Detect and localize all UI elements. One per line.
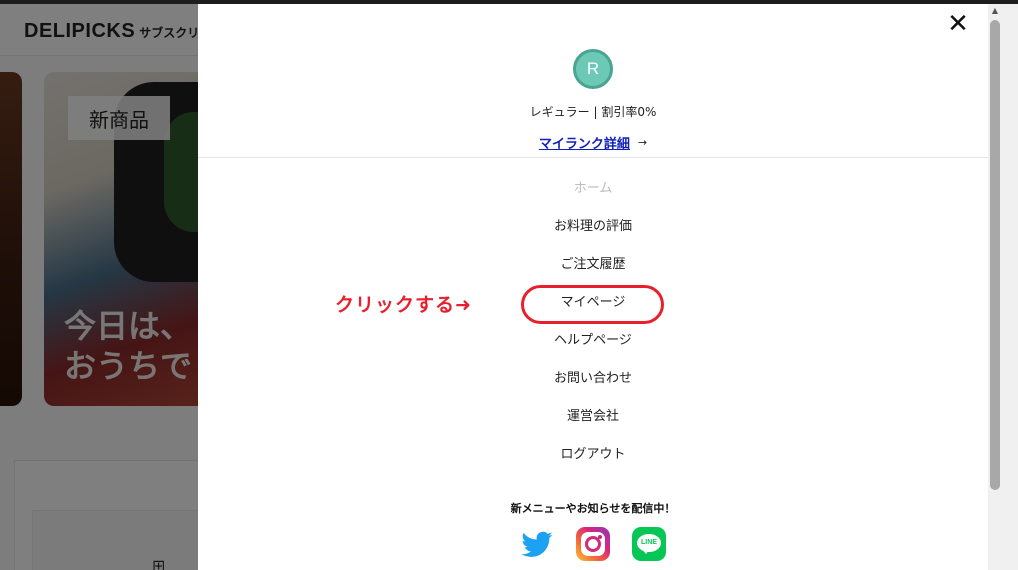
close-icon[interactable]: ✕	[944, 10, 972, 38]
line-bubble-tail	[642, 549, 650, 554]
sns-title: 新メニューやお知らせを配信中！	[510, 502, 676, 515]
scrollbar-thumb[interactable]	[990, 20, 1000, 490]
arrow-right-icon: →	[637, 136, 648, 149]
twitter-icon[interactable]	[520, 527, 554, 561]
menu-item-contact[interactable]: お問い合わせ	[473, 367, 713, 391]
user-avatar: R	[573, 49, 613, 89]
menu-item-dish-reviews[interactable]: お料理の評価	[473, 215, 713, 239]
menu-item-logout[interactable]: ログアウト	[473, 443, 713, 467]
rank-detail-row: マイランク詳細 →	[498, 133, 688, 152]
rank-detail-link[interactable]: マイランク詳細	[539, 137, 630, 152]
click-instruction-annotation: クリックする➜	[335, 294, 472, 316]
menu-item-help[interactable]: ヘルプページ	[473, 329, 713, 353]
menu-item-order-history[interactable]: ご注文履歴	[473, 253, 713, 277]
menu-item-company[interactable]: 運営会社	[473, 405, 713, 429]
instagram-flash-dot	[598, 535, 602, 539]
scroll-up-arrow-icon[interactable]: ▲	[989, 6, 1001, 16]
menu-item-home: ホーム	[573, 181, 613, 196]
mypage-highlight-oval	[521, 285, 664, 324]
instagram-icon[interactable]	[576, 527, 610, 561]
line-icon[interactable]: LINE	[632, 527, 666, 561]
menu-divider	[198, 157, 988, 158]
rank-status-text: レギュラー | 割引率0%	[529, 105, 657, 119]
